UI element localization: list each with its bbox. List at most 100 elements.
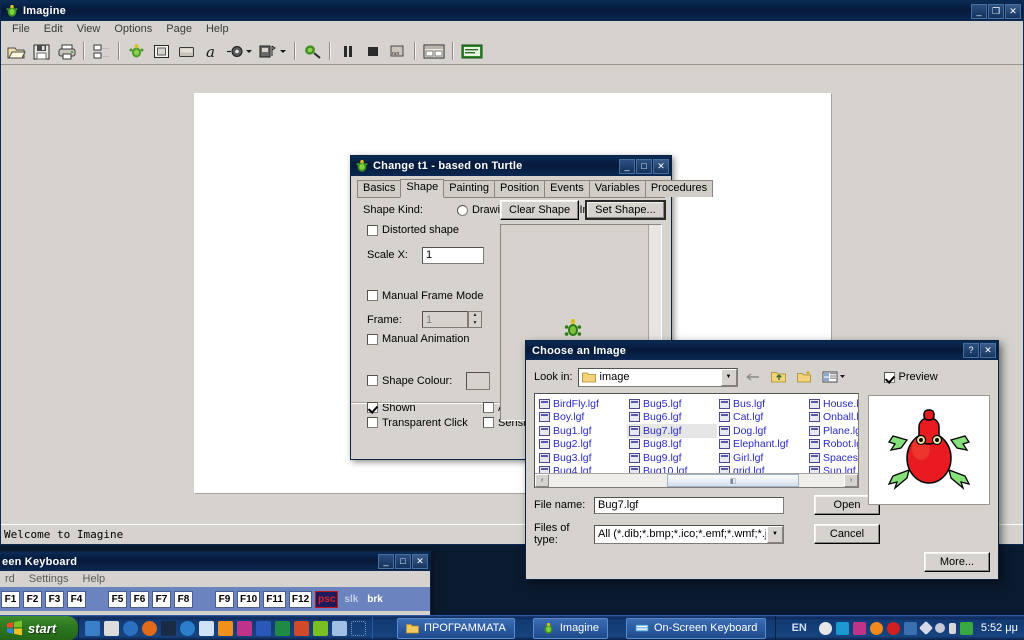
open-icon[interactable]	[5, 40, 28, 62]
ql-icon-media[interactable]	[180, 620, 195, 636]
ql-icon-escript[interactable]	[313, 620, 328, 636]
tab-variables[interactable]: Variables	[588, 180, 646, 197]
imagine-titlebar[interactable]: Imagine _ ❐ ✕	[1, 1, 1023, 21]
list-item[interactable]: Onball.lgf	[807, 411, 858, 425]
list-item[interactable]: Cat.lgf	[717, 411, 807, 425]
chevron-down-icon[interactable]: ▼	[767, 525, 783, 543]
ql-icon-mail[interactable]	[104, 620, 119, 636]
scale-x-input[interactable]	[422, 246, 484, 264]
menu-view[interactable]: View	[70, 22, 108, 36]
maximize-button[interactable]: ❐	[988, 3, 1004, 19]
key-f2[interactable]: F2	[23, 590, 42, 608]
frame-spinner[interactable]: ▲ ▼	[468, 311, 482, 328]
osk-menu-help[interactable]: Help	[76, 573, 113, 585]
list-item-selected[interactable]: Bug7.lgf	[627, 424, 717, 438]
logo-pane-icon[interactable]	[459, 40, 485, 62]
minimize-button[interactable]: _	[619, 158, 635, 174]
file-name-input[interactable]	[594, 496, 784, 514]
tab-position[interactable]: Position	[493, 180, 546, 197]
create-new-folder-icon[interactable]	[795, 367, 816, 387]
frame-input[interactable]	[422, 311, 468, 328]
list-item[interactable]: Elephant.lgf	[717, 438, 807, 452]
list-item[interactable]: Bug9.lgf	[627, 451, 717, 465]
osk-menu-keyboard[interactable]: rd	[0, 573, 22, 585]
ql-icon-powerpoint[interactable]	[294, 620, 309, 636]
tab-painting[interactable]: Painting	[443, 180, 495, 197]
language-indicator[interactable]: EN	[784, 622, 815, 634]
key-f8[interactable]: F8	[174, 590, 193, 608]
checkbox-preview[interactable]: Preview	[883, 371, 938, 383]
tray-icon-volume[interactable]	[959, 621, 973, 635]
checkbox-manual-animation[interactable]: Manual Animation	[367, 333, 469, 345]
tray-icon-music[interactable]	[934, 623, 945, 633]
list-item[interactable]: Dog.lgf	[717, 424, 807, 438]
tab-shape[interactable]: Shape	[400, 179, 445, 198]
set-shape-button[interactable]: Set Shape...	[585, 200, 666, 220]
tab-events[interactable]: Events	[544, 180, 590, 197]
key-f7[interactable]: F7	[152, 590, 171, 608]
osk-titlebar[interactable]: een Keyboard _ □ ✕	[0, 552, 430, 571]
spinner-up-icon[interactable]: ▲	[469, 312, 481, 320]
list-item[interactable]: Boy.lgf	[537, 411, 627, 425]
ql-icon-word[interactable]	[256, 620, 271, 636]
start-button[interactable]: start	[0, 615, 78, 640]
close-button[interactable]: ✕	[412, 554, 428, 569]
close-button[interactable]: ✕	[1005, 3, 1021, 19]
run-icon[interactable]: run	[386, 40, 409, 62]
ql-icon-onenote[interactable]	[237, 620, 252, 636]
taskbar-item-osk[interactable]: On-Screen Keyboard	[625, 617, 767, 639]
tab-procedures[interactable]: Procedures	[644, 180, 714, 197]
new-button-icon[interactable]	[175, 40, 198, 62]
checkbox-distorted-shape[interactable]: Distorted shape	[367, 224, 459, 236]
list-item[interactable]: Girl.lgf	[717, 451, 807, 465]
pages-icon[interactable]: ··· ···	[90, 40, 113, 62]
key-f6[interactable]: F6	[130, 590, 149, 608]
key-f3[interactable]: F3	[45, 590, 64, 608]
maximize-button[interactable]: □	[636, 158, 652, 174]
tray-icon-diamond[interactable]	[918, 620, 933, 636]
save-icon[interactable]	[30, 40, 53, 62]
key-f4[interactable]: F4	[67, 590, 86, 608]
checkbox-shape-colour[interactable]: Shape Colour:	[367, 375, 452, 387]
close-icon[interactable]: ✕	[980, 343, 996, 358]
up-one-level-icon[interactable]	[769, 367, 790, 387]
paint-icon[interactable]	[301, 40, 324, 62]
new-media-icon[interactable]	[257, 40, 289, 62]
ql-icon-loading[interactable]	[351, 620, 366, 636]
maximize-button[interactable]: □	[395, 554, 411, 569]
list-item[interactable]: Bus.lgf	[717, 397, 807, 411]
files-of-type-combo[interactable]: All (*.dib;*.bmp;*.ico;*.emf;*.wmf;*.jpg…	[594, 524, 784, 544]
more-button[interactable]: More...	[924, 552, 990, 572]
help-button[interactable]: ?	[963, 343, 979, 358]
key-scroll-lock[interactable]: slk	[341, 591, 361, 608]
tray-icon-battery[interactable]	[948, 622, 956, 634]
ql-icon-ie[interactable]	[123, 620, 138, 636]
list-item[interactable]: House.lgf	[807, 397, 858, 411]
key-f9[interactable]: F9	[215, 590, 234, 608]
choose-dialog-titlebar[interactable]: Choose an Image ? ✕	[526, 341, 998, 360]
tab-basics[interactable]: Basics	[357, 180, 402, 197]
taskbar-item-programmata[interactable]: ΠΡΟΓΡΑΜΜΑΤΑ	[397, 617, 515, 639]
print-icon[interactable]	[55, 40, 78, 62]
list-item[interactable]: Bug2.lgf	[537, 438, 627, 452]
scroll-left-icon[interactable]: ‹	[535, 474, 549, 487]
tray-icon-orange[interactable]	[869, 621, 883, 635]
tray-icon-network[interactable]	[903, 621, 917, 635]
close-button[interactable]: ✕	[653, 158, 669, 174]
tray-icon-onenote[interactable]	[852, 621, 866, 635]
list-item[interactable]: BirdFly.lgf	[537, 397, 627, 411]
key-f1[interactable]: F1	[1, 590, 20, 608]
stop-icon[interactable]	[361, 40, 384, 62]
menu-help[interactable]: Help	[199, 22, 236, 36]
taskbar-clock[interactable]: 5:52 μμ	[977, 622, 1018, 634]
file-list[interactable]: BirdFly.lgf Boy.lgf Bug1.lgf Bug2.lgf Bu…	[534, 393, 859, 488]
checkbox-transparent-click[interactable]: Transparent Click	[367, 417, 483, 429]
key-f5[interactable]: F5	[108, 590, 127, 608]
ql-icon-excel[interactable]	[275, 620, 290, 636]
menu-options[interactable]: Options	[107, 22, 159, 36]
change-dialog-titlebar[interactable]: Change t1 - based on Turtle _ □ ✕	[351, 156, 671, 176]
menu-edit[interactable]: Edit	[37, 22, 70, 36]
ql-icon-outlook[interactable]	[218, 620, 233, 636]
list-item[interactable]: Bug5.lgf	[627, 397, 717, 411]
ql-icon-doc[interactable]	[332, 620, 347, 636]
